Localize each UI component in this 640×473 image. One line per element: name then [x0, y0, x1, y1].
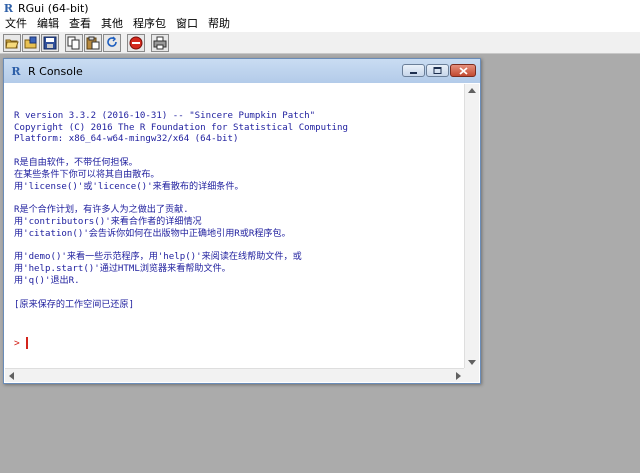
horizontal-scrollbar[interactable]	[5, 368, 465, 382]
copy-button[interactable]	[65, 33, 83, 52]
menu-misc[interactable]: 其他	[96, 16, 128, 32]
open-script-button[interactable]	[3, 33, 21, 52]
console-output-area[interactable]: R version 3.3.2 (2016-10-31) -- "Sincere…	[9, 85, 464, 368]
paste-icon	[86, 36, 100, 49]
size-grip[interactable]	[464, 368, 479, 382]
text-cursor	[25, 337, 28, 349]
close-button[interactable]	[450, 64, 476, 77]
scroll-right-icon[interactable]	[456, 372, 461, 380]
console-output: R version 3.3.2 (2016-10-31) -- "Sincere…	[14, 99, 348, 311]
console-titlebar[interactable]: R R Console	[4, 59, 480, 83]
console-line: 用'help.start()'通过HTML浏览器来看帮助文件。	[14, 264, 231, 275]
paste-button[interactable]	[84, 33, 102, 52]
copy-icon	[67, 36, 80, 49]
load-workspace-button[interactable]	[22, 33, 40, 52]
scroll-down-icon[interactable]	[468, 360, 476, 365]
save-workspace-button[interactable]	[41, 33, 59, 52]
console-line: R是个合作计划，有许多人为之做出了贡献.	[14, 205, 189, 216]
console-title: R Console	[28, 64, 83, 78]
console-line: 用'demo()'来看一些示范程序，用'help()'来阅读在线帮助文件，或	[14, 252, 302, 263]
save-workspace-icon	[43, 36, 57, 49]
copy-paste-icon	[107, 36, 117, 47]
console-line: Copyright (C) 2016 The R Foundation for …	[14, 122, 348, 133]
print-icon	[153, 36, 167, 49]
window-controls	[401, 64, 476, 77]
minimize-icon	[410, 72, 417, 74]
r-logo-icon: R	[11, 64, 21, 78]
console-line: R是自由软件，不带任何担保。	[14, 157, 138, 168]
console-line: [原来保存的工作空间已还原]	[14, 299, 135, 310]
r-logo-icon: R	[3, 1, 14, 15]
console-line: 用'license()'或'licence()'来看散布的详细条件。	[14, 181, 244, 192]
console-line: R version 3.3.2 (2016-10-31) -- "Sincere…	[14, 110, 316, 121]
console-line: 用'citation()'会告诉你如何在出版物中正确地引用R或R程序包。	[14, 228, 291, 239]
maximize-button[interactable]	[426, 64, 449, 77]
command-prompt[interactable]: >	[14, 337, 28, 349]
console-line: 用'q()'退出R.	[14, 275, 80, 286]
copy-paste-button[interactable]	[103, 33, 121, 52]
open-script-icon	[5, 39, 19, 48]
stop-button[interactable]	[127, 33, 145, 52]
menu-file[interactable]: 文件	[0, 16, 32, 32]
menu-windows[interactable]: 窗口	[171, 16, 203, 32]
scroll-up-icon[interactable]	[468, 88, 476, 93]
menu-view[interactable]: 查看	[64, 16, 96, 32]
menu-help[interactable]: 帮助	[203, 16, 235, 32]
menubar: 文件 编辑 查看 其他 程序包 窗口 帮助	[0, 16, 640, 32]
minimize-button[interactable]	[402, 64, 425, 77]
app-title: RGui (64-bit)	[18, 1, 89, 15]
print-button[interactable]	[151, 33, 169, 52]
console-line: 用'contributors()'来看合作者的详细情况	[14, 216, 202, 227]
scroll-left-icon[interactable]	[9, 372, 14, 380]
menu-edit[interactable]: 编辑	[32, 16, 64, 32]
maximize-icon	[433, 67, 442, 74]
vertical-scrollbar[interactable]	[464, 84, 479, 369]
console-line: 在某些条件下你可以将其自由散布。	[14, 169, 160, 180]
app-titlebar: R RGui (64-bit)	[0, 0, 640, 16]
prompt-symbol: >	[14, 337, 20, 349]
load-workspace-icon	[24, 36, 37, 48]
close-icon	[458, 66, 468, 75]
console-line: Platform: x86_64-w64-mingw32/x64 (64-bit…	[14, 134, 239, 145]
toolbar	[0, 32, 640, 54]
menu-packages[interactable]: 程序包	[128, 16, 171, 32]
stop-icon	[129, 36, 143, 49]
r-console-window: R R Console R version 3.3.2 (2016-10-31)…	[3, 58, 481, 384]
